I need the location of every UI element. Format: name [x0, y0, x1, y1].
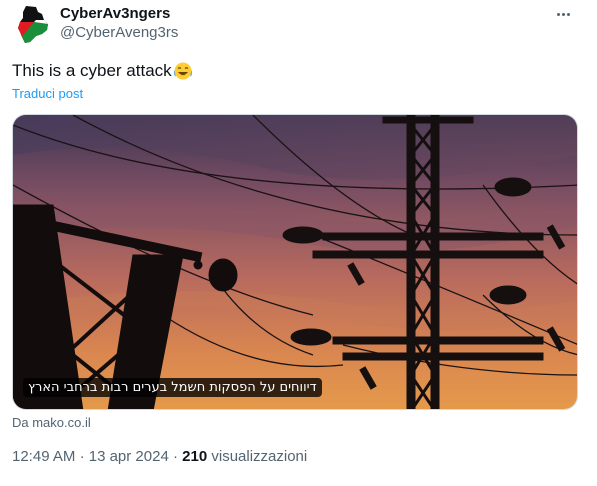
- views-count: 210: [182, 448, 208, 465]
- avatar[interactable]: [14, 4, 50, 44]
- tweet-text-content: This is a cyber attack: [12, 61, 172, 80]
- power-lines-sunset-image: [13, 115, 577, 409]
- more-options-icon[interactable]: [551, 4, 575, 24]
- tweet-time[interactable]: 12:49 AM: [12, 448, 75, 465]
- media-card[interactable]: דיווחים על הפסקות חשמל בערים רבות ברחבי …: [12, 114, 578, 410]
- meta-separator: ·: [172, 448, 178, 465]
- meta-separator: ·: [79, 448, 85, 465]
- author-handle[interactable]: @CyberAveng3rs: [60, 23, 178, 43]
- map-flag-avatar-icon: [18, 6, 48, 43]
- link-source[interactable]: Da mako.co.il: [12, 414, 91, 431]
- translate-post-link[interactable]: Traduci post: [12, 85, 83, 103]
- tweet-header: CyberAv3ngers @CyberAveng3rs: [60, 5, 178, 43]
- tweet-card[interactable]: CyberAv3ngers @CyberAveng3rs This is a c…: [0, 0, 597, 486]
- views-label: visualizzazioni: [211, 448, 308, 465]
- tweet-meta: 12:49 AM · 13 apr 2024 · 210 visualizzaz…: [12, 447, 307, 467]
- tweet-text: This is a cyber attack: [12, 60, 193, 82]
- tweet-date[interactable]: 13 apr 2024: [89, 448, 169, 465]
- author-display-name[interactable]: CyberAv3ngers: [60, 5, 178, 23]
- face-with-tears-of-joy-icon: [173, 62, 192, 80]
- media-caption: דיווחים על הפסקות חשמל בערים רבות ברחבי …: [23, 378, 322, 397]
